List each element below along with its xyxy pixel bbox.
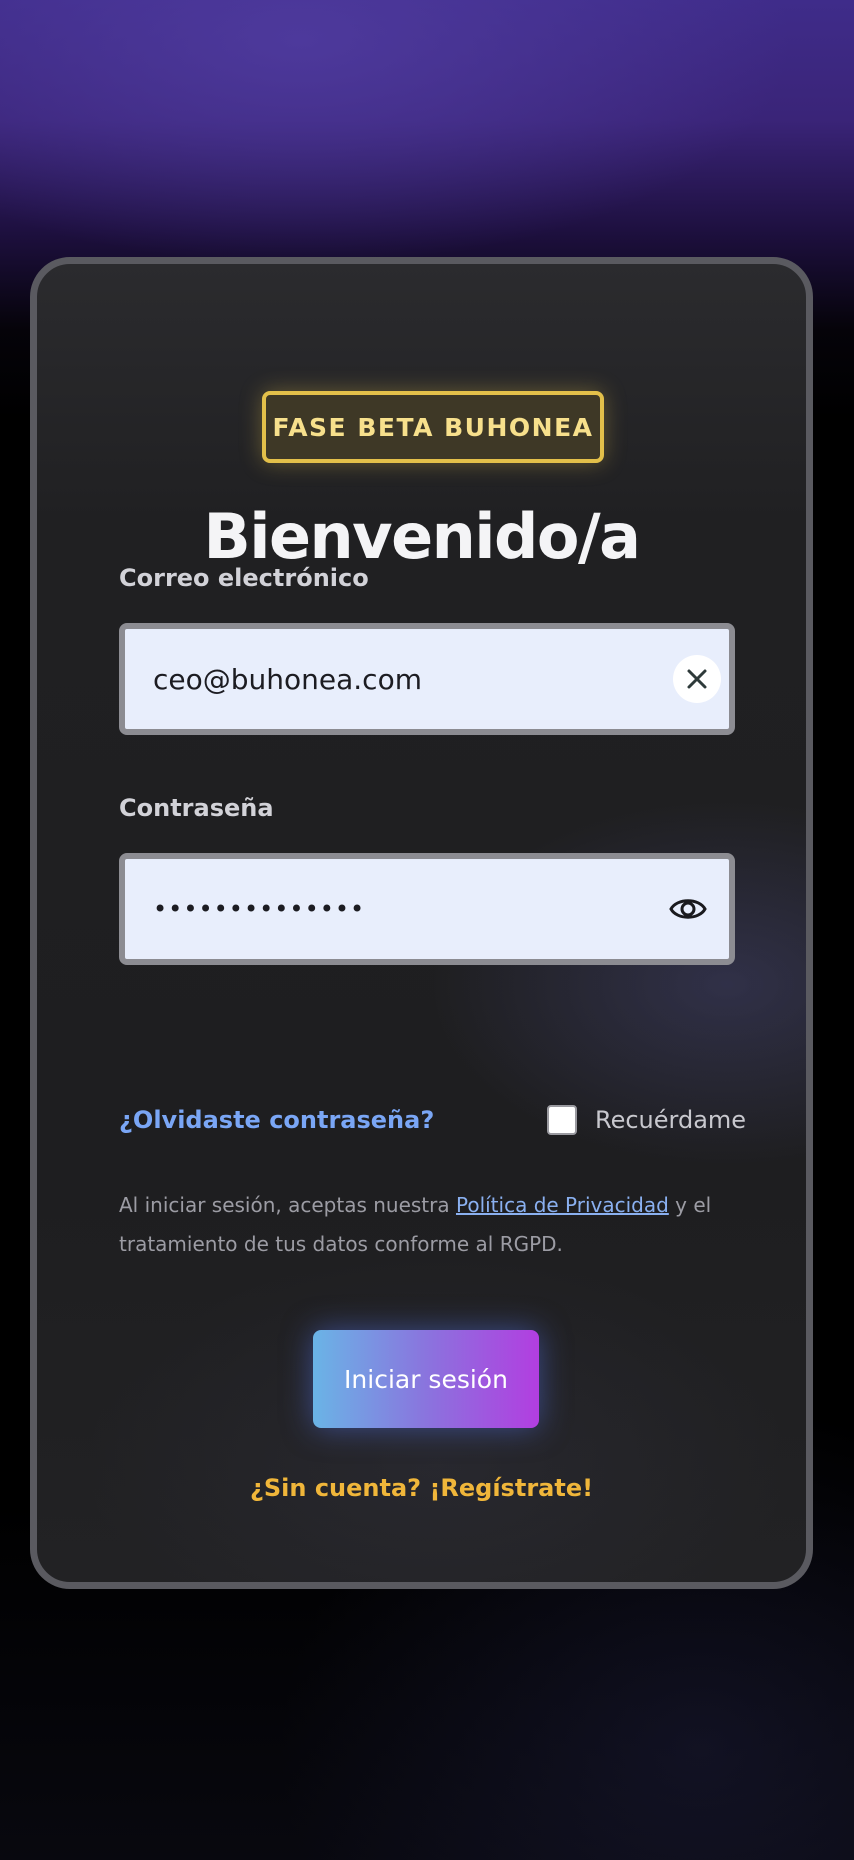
- privacy-policy-link[interactable]: Política de Privacidad: [456, 1193, 669, 1217]
- password-label: Contraseña: [119, 794, 274, 822]
- email-field-box: [119, 623, 735, 735]
- privacy-notice: Al iniciar sesión, aceptas nuestra Polít…: [119, 1186, 739, 1264]
- remember-checkbox[interactable]: [547, 1105, 577, 1135]
- forgot-password-link[interactable]: ¿Olvidaste contraseña?: [119, 1106, 434, 1134]
- remember-me[interactable]: Recuérdame: [547, 1102, 746, 1138]
- close-icon: [687, 669, 707, 689]
- clear-email-button[interactable]: [673, 655, 721, 703]
- email-field[interactable]: [153, 629, 633, 729]
- email-label: Correo electrónico: [119, 564, 369, 592]
- toggle-password-button[interactable]: [667, 891, 709, 927]
- login-card: FASE BETA BUHONEA Bienvenido/a Correo el…: [30, 257, 813, 1589]
- remember-label: Recuérdame: [595, 1106, 747, 1134]
- eye-icon: [669, 899, 707, 919]
- login-button[interactable]: Iniciar sesión: [313, 1330, 539, 1428]
- password-field[interactable]: [153, 859, 633, 959]
- password-field-box: [119, 853, 735, 965]
- privacy-prefix: Al iniciar sesión, aceptas nuestra: [119, 1193, 456, 1217]
- beta-badge: FASE BETA BUHONEA: [262, 391, 604, 463]
- register-link[interactable]: ¿Sin cuenta? ¡Regístrate!: [37, 1474, 806, 1502]
